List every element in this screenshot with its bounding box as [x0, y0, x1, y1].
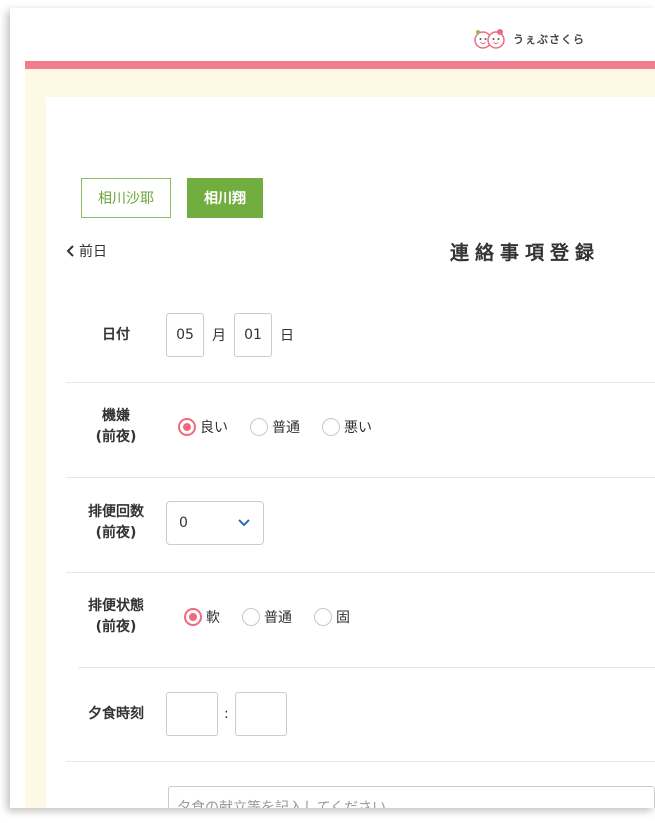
bowel-count-select[interactable]: 0	[166, 501, 264, 545]
bowel-state-option-normal[interactable]: 普通	[242, 607, 292, 627]
dinner-menu-textarea[interactable]: 夕食の献立等を記入してください	[168, 786, 655, 808]
mood-option-bad[interactable]: 悪い	[322, 417, 372, 437]
radio-unchecked-icon	[314, 608, 332, 626]
radio-checked-icon	[184, 608, 202, 626]
bowel-state-radio-group: 軟 普通 固	[184, 607, 350, 627]
date-row: 日付 05 月 01 日	[66, 313, 655, 357]
child-tabs: 相川沙耶 相川翔	[81, 178, 263, 218]
divider	[66, 382, 655, 383]
mood-row: 機嫌 (前夜) 良い 普通 悪い	[66, 406, 655, 448]
bowel-count-row: 排便回数 (前夜) 0	[66, 501, 655, 545]
logo-text: うぇぶさくら	[513, 33, 585, 46]
divider	[66, 761, 655, 762]
dinner-time-label: 夕食時刻	[88, 705, 144, 722]
header: うぇぶさくら	[10, 8, 655, 61]
app-window: うぇぶさくら 相川沙耶 相川翔 前日 連絡事項登録 日付 05 月 01 日 機…	[10, 8, 655, 808]
mood-radio-group: 良い 普通 悪い	[178, 417, 372, 437]
divider	[66, 477, 655, 478]
mood-option-normal[interactable]: 普通	[250, 417, 300, 437]
divider	[66, 572, 655, 573]
page-title: 連絡事項登録	[450, 242, 601, 264]
accent-bar	[25, 61, 655, 69]
mood-label: 機嫌 (前夜)	[95, 408, 137, 445]
dinner-hour-input[interactable]	[166, 692, 218, 736]
date-label: 日付	[102, 326, 130, 343]
radio-unchecked-icon	[242, 608, 260, 626]
radio-unchecked-icon	[322, 418, 340, 436]
bowel-state-option-soft[interactable]: 軟	[184, 607, 220, 627]
dinner-time-row: 夕食時刻 :	[66, 692, 655, 736]
bowel-count-value: 0	[179, 515, 188, 531]
child-tab-sho[interactable]: 相川翔	[187, 178, 263, 218]
month-unit: 月	[212, 328, 226, 344]
day-unit: 日	[280, 328, 294, 344]
bowel-state-row: 排便状態 (前夜) 軟 普通 固	[66, 596, 655, 638]
bowel-count-label: 排便回数 (前夜)	[88, 504, 144, 541]
bowel-state-option-hard[interactable]: 固	[314, 607, 350, 627]
prev-day-link[interactable]: 前日	[66, 241, 107, 261]
radio-unchecked-icon	[250, 418, 268, 436]
divider	[78, 667, 655, 668]
dinner-minute-input[interactable]	[234, 692, 287, 736]
radio-checked-icon	[178, 418, 196, 436]
day-input[interactable]: 01	[234, 313, 272, 357]
logo[interactable]: うぇぶさくら	[473, 28, 585, 50]
chevron-down-icon	[238, 519, 250, 527]
mood-option-good[interactable]: 良い	[178, 417, 228, 437]
time-separator: :	[224, 706, 229, 722]
chevron-left-icon	[66, 245, 74, 257]
prev-day-label: 前日	[79, 244, 107, 260]
child-tab-saya[interactable]: 相川沙耶	[81, 178, 171, 218]
bowel-state-label: 排便状態 (前夜)	[88, 598, 144, 635]
cherry-blossom-logo-icon	[474, 29, 505, 49]
month-input[interactable]: 05	[166, 313, 204, 357]
